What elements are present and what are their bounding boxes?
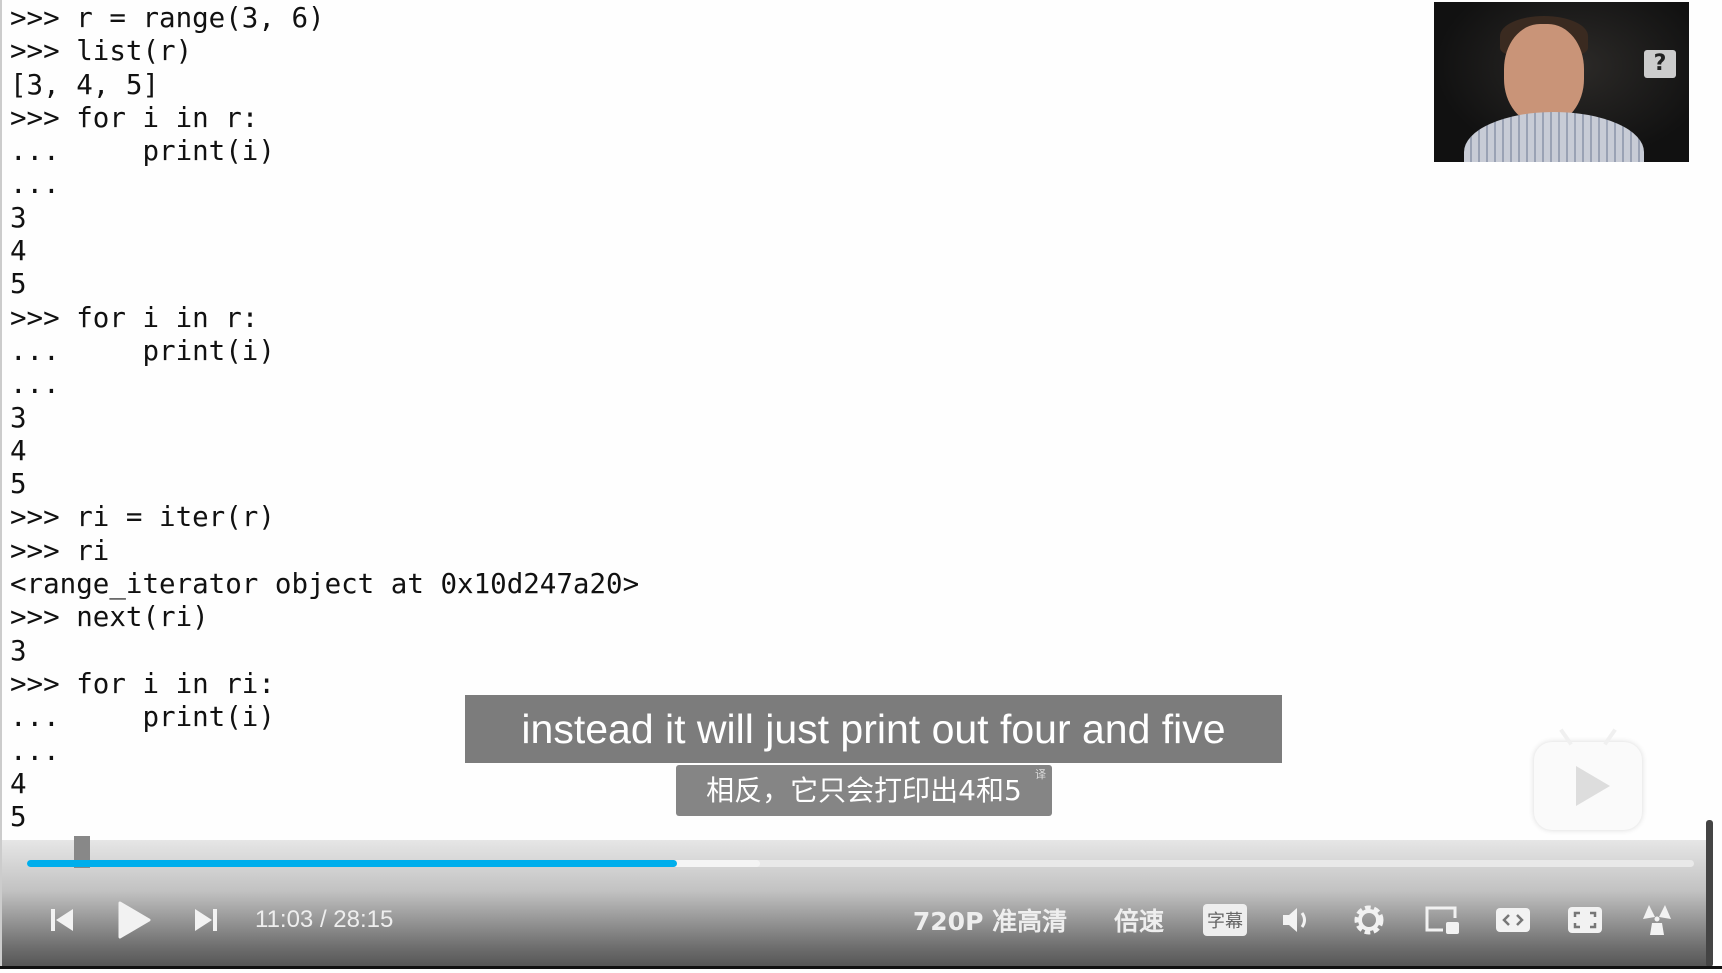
fullscreen-button[interactable] — [1566, 896, 1604, 944]
question-bubble-icon: ? — [1644, 50, 1676, 78]
terminal-line: 3 — [10, 634, 27, 667]
presenter-shirt — [1464, 112, 1644, 162]
terminal-line: 5 — [10, 801, 27, 834]
duration: 28:15 — [333, 906, 394, 933]
terminal-line: ... print(i) — [10, 334, 275, 367]
triple-action-icon — [1643, 905, 1671, 935]
frame-border — [0, 966, 1722, 969]
webcam-overlay: ? — [1434, 2, 1689, 162]
subtitle-chinese-text: 相反，它只会打印出4和5 — [706, 774, 1022, 807]
bilibili-tv-logo-icon — [1534, 742, 1642, 830]
terminal-line: 3 — [10, 401, 27, 434]
volume-icon — [1283, 908, 1306, 932]
terminal-line: 4 — [10, 235, 27, 268]
widescreen-button[interactable] — [1494, 896, 1532, 944]
time-separator: / — [319, 906, 327, 933]
terminal-line: >>> r = range(3, 6) — [10, 2, 325, 34]
subtitle-chinese: 相反，它只会打印出4和5 译 — [676, 765, 1052, 816]
terminal-line: >>> ri — [10, 534, 110, 567]
terminal-line: 4 — [10, 434, 27, 467]
subtitle-button[interactable]: 字幕 — [1200, 896, 1250, 944]
widescreen-icon — [1496, 908, 1530, 932]
scrollbar[interactable] — [1706, 820, 1713, 967]
skip-previous-icon — [51, 909, 73, 931]
terminal-line: 5 — [10, 468, 27, 501]
fullscreen-icon — [1568, 907, 1602, 933]
volume-button[interactable] — [1280, 896, 1316, 944]
speed-button[interactable]: 倍速 — [1108, 896, 1170, 944]
triple-action-button[interactable] — [1638, 896, 1676, 944]
terminal-line: 3 — [10, 201, 27, 234]
subtitle-button-label: 字幕 — [1203, 904, 1247, 936]
play-button[interactable] — [114, 896, 154, 944]
video-frame[interactable]: >>> r = range(3, 6) >>> list(r) [3, 4, 5] >… — [0, 0, 1722, 968]
terminal-line: >>> for i in r: — [10, 101, 259, 134]
previous-button[interactable] — [46, 896, 78, 944]
next-button[interactable] — [190, 896, 222, 944]
translated-marker: 译 — [1035, 768, 1046, 781]
quality-button[interactable]: 720P 准高清 — [910, 896, 1070, 944]
terminal-line: ... — [10, 168, 60, 201]
terminal-line: >>> for i in r: — [10, 301, 259, 334]
terminal-line: >>> next(ri) — [10, 601, 209, 634]
picture-in-picture-icon — [1425, 906, 1459, 934]
settings-button[interactable] — [1350, 896, 1388, 944]
terminal-line: >>> list(r) — [10, 35, 193, 68]
terminal-line: ... print(i) — [10, 135, 275, 168]
gear-icon — [1354, 905, 1384, 935]
terminal-line: >>> ri = iter(r) — [10, 501, 275, 534]
play-icon — [118, 901, 151, 939]
terminal-line: 4 — [10, 767, 27, 800]
subtitle-english: instead it will just print out four and … — [465, 695, 1282, 763]
terminal-line: ... — [10, 368, 60, 401]
presenter-head — [1504, 24, 1584, 124]
time-display: 11:03 / 28:15 — [255, 896, 415, 944]
skip-next-icon — [195, 909, 217, 931]
picture-in-picture-button[interactable] — [1422, 896, 1462, 944]
terminal-line: 5 — [10, 268, 27, 301]
current-time: 11:03 — [255, 906, 314, 933]
terminal-line: [3, 4, 5] — [10, 68, 160, 101]
progress-played[interactable] — [27, 860, 678, 867]
terminal-line: <range_iterator object at 0x10d247a20> — [10, 568, 640, 601]
